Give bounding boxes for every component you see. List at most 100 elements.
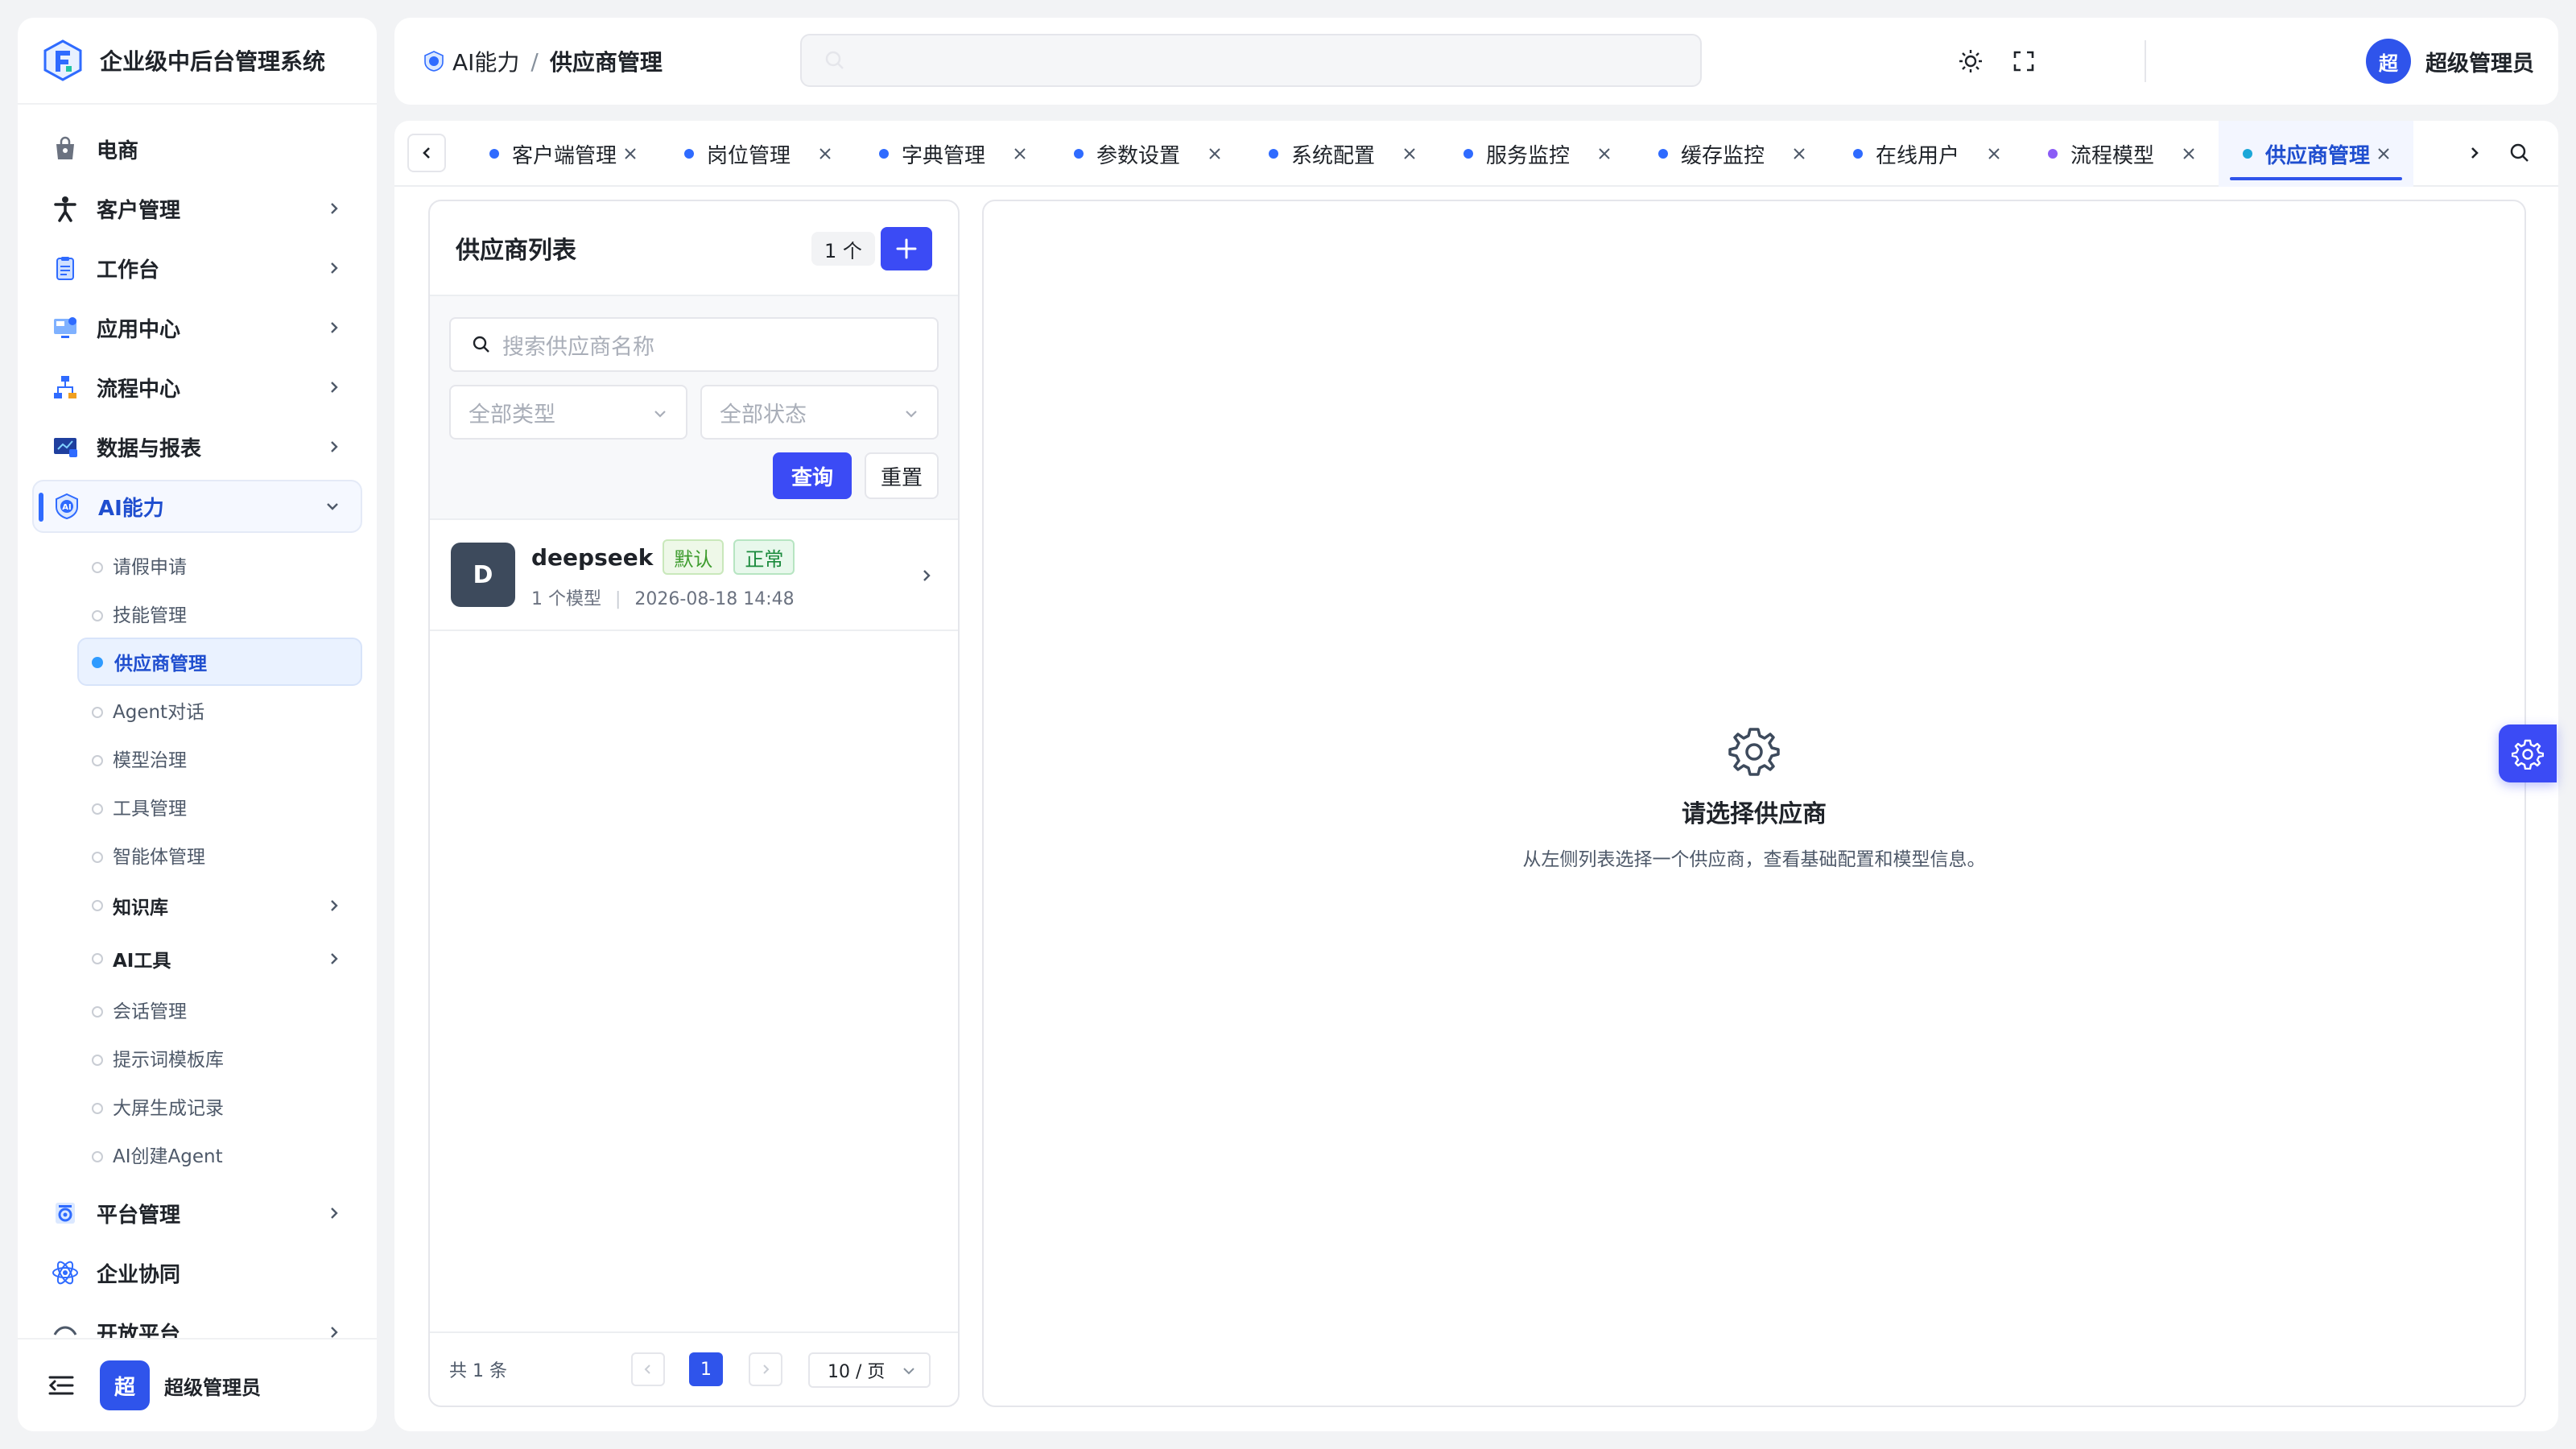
tabs-scroll-right-button[interactable] — [2455, 134, 2494, 172]
chevron-right-icon — [331, 203, 338, 214]
tab-label: 缓存监控 — [1681, 143, 1765, 168]
add-provider-button[interactable] — [881, 227, 932, 270]
subitem-session-management[interactable]: 会话管理 — [18, 985, 377, 1034]
chevron-down-icon — [654, 411, 666, 418]
query-button[interactable]: 查询 — [773, 452, 852, 499]
status-select[interactable]: 全部状态 — [700, 385, 939, 440]
page-number-current[interactable]: 1 — [689, 1352, 723, 1386]
tab-item[interactable]: 客户端管理 — [465, 121, 660, 187]
close-icon[interactable] — [1985, 145, 2003, 163]
status-select-value: 全部状态 — [720, 402, 807, 427]
tab-label: 参数设置 — [1096, 143, 1181, 168]
tabs-list: 客户端管理 岗位管理 字典管理 参数设置 系统配置 服务监控 缓存监控 在线用户 流程模型 供应商… — [465, 121, 2413, 187]
chevron-down-icon — [327, 503, 338, 510]
tab-dot — [1074, 149, 1084, 159]
monitor-icon — [50, 312, 80, 343]
avatar[interactable]: 超 — [100, 1360, 150, 1410]
sidebar-item-data-reports[interactable]: 数据与报表 — [18, 417, 377, 477]
chevron-left-icon — [423, 147, 430, 159]
header-username: 超级管理员 — [2425, 51, 2534, 76]
ai-submenu: 请假申请 技能管理 供应商管理 Agent对话 模型治理 工具管理 智能体管理 … — [18, 536, 377, 1183]
close-icon[interactable] — [621, 145, 639, 163]
subitem-model-governance[interactable]: 模型治理 — [18, 734, 377, 782]
tab-item[interactable]: 参数设置 — [1050, 121, 1245, 187]
sidebar-item-label: 流程中心 — [97, 377, 181, 402]
chevron-right-icon — [331, 441, 338, 452]
tab-item[interactable]: 供应商管理 — [2219, 121, 2413, 187]
plus-icon — [896, 238, 917, 259]
provider-count-badge: 1 个 — [811, 232, 875, 266]
tab-dot — [2243, 149, 2252, 159]
tab-item[interactable]: 在线用户 — [1829, 121, 2024, 187]
tab-item[interactable]: 服务监控 — [1439, 121, 1634, 187]
subitem-leave-request[interactable]: 请假申请 — [18, 541, 377, 589]
close-icon[interactable] — [816, 145, 834, 163]
sidebar-item-ecommerce[interactable]: 电商 — [18, 119, 377, 179]
tab-item[interactable]: 岗位管理 — [660, 121, 855, 187]
sidebar-item-collaboration[interactable]: 企业协同 — [18, 1243, 377, 1302]
search-icon — [825, 51, 844, 69]
chevron-right-icon — [2471, 147, 2479, 159]
prev-page-button[interactable] — [631, 1352, 665, 1386]
sidebar-item-label: 电商 — [97, 138, 139, 163]
close-icon[interactable] — [1011, 145, 1029, 163]
sidebar-item-app-center[interactable]: 应用中心 — [18, 298, 377, 357]
subitem-knowledge-base[interactable]: 知识库 — [18, 879, 377, 932]
chevron-down-icon — [903, 1368, 914, 1375]
sidebar-item-workbench[interactable]: 工作台 — [18, 238, 377, 298]
subitem-dashboard-records[interactable]: 大屏生成记录 — [18, 1082, 377, 1130]
sidebar-item-platform[interactable]: 平台管理 — [18, 1183, 377, 1243]
tabs-search-button[interactable] — [2500, 134, 2539, 172]
type-select[interactable]: 全部类型 — [449, 385, 687, 440]
settings-float-button[interactable] — [2499, 724, 2557, 782]
search-icon — [2510, 143, 2529, 162]
tab-dot — [1463, 149, 1473, 159]
close-icon[interactable] — [1790, 145, 1808, 163]
page-size-select[interactable]: 10 / 页 — [808, 1352, 931, 1388]
subitem-tool-management[interactable]: 工具管理 — [18, 782, 377, 831]
sidebar-item-label: 工作台 — [97, 258, 160, 283]
close-icon[interactable] — [2375, 145, 2392, 163]
chart-icon — [50, 431, 80, 462]
subitem-skill-management[interactable]: 技能管理 — [18, 589, 377, 638]
sidebar-item-process-center[interactable]: 流程中心 — [18, 357, 377, 417]
subitem-agent-chat[interactable]: Agent对话 — [18, 686, 377, 734]
provider-list-item[interactable]: D deepseek 默认 正常 1 个模型 | 2026-08-18 14:4… — [430, 520, 958, 631]
tab-item[interactable]: 字典管理 — [855, 121, 1050, 187]
tabs-scroll-left-button[interactable] — [407, 134, 446, 172]
sidebar-item-customers[interactable]: 客户管理 — [18, 179, 377, 238]
menu-collapse-icon[interactable] — [47, 1371, 76, 1400]
subitem-ai-tools[interactable]: AI工具 — [18, 932, 377, 985]
sidebar-item-ai[interactable]: AI AI能力 — [32, 480, 362, 533]
tab-item[interactable]: 流程模型 — [2024, 121, 2219, 187]
tab-item[interactable]: 系统配置 — [1245, 121, 1439, 187]
atom-icon — [50, 1257, 80, 1288]
clipboard-icon — [50, 253, 80, 283]
sun-icon[interactable] — [1958, 48, 1984, 74]
user-menu[interactable]: 超 超级管理员 — [2366, 39, 2534, 84]
search-icon — [473, 336, 489, 353]
breadcrumb-current: 供应商管理 — [549, 49, 663, 76]
ai-shield-icon: AI — [52, 491, 82, 522]
chevron-right-icon — [331, 900, 338, 911]
close-icon[interactable] — [1401, 145, 1418, 163]
close-icon[interactable] — [1206, 145, 1224, 163]
chevron-right-icon — [331, 1208, 338, 1219]
global-search-input[interactable] — [800, 34, 1702, 87]
subitem-ai-create-agent[interactable]: AI创建Agent — [18, 1130, 377, 1179]
close-icon[interactable] — [1596, 145, 1613, 163]
tab-item[interactable]: 缓存监控 — [1634, 121, 1829, 187]
fullscreen-icon[interactable] — [2011, 48, 2037, 74]
subitem-prompt-templates[interactable]: 提示词模板库 — [18, 1034, 377, 1082]
reset-button[interactable]: 重置 — [865, 452, 939, 499]
provider-updated-time: 2026-08-18 14:48 — [634, 589, 795, 609]
provider-search-input[interactable]: 搜索供应商名称 — [449, 317, 939, 372]
chevron-right-icon — [923, 570, 931, 581]
next-page-button[interactable] — [749, 1352, 782, 1386]
subitem-agent-management[interactable]: 智能体管理 — [18, 831, 377, 879]
subitem-provider-management[interactable]: 供应商管理 — [77, 638, 362, 686]
sidebar-item-label: AI能力 — [98, 496, 164, 521]
breadcrumb-item-ai[interactable]: AI能力 — [452, 45, 519, 77]
provider-detail-panel: 请选择供应商 从左侧列表选择一个供应商，查看基础配置和模型信息。 — [982, 200, 2526, 1407]
close-icon[interactable] — [2180, 145, 2198, 163]
